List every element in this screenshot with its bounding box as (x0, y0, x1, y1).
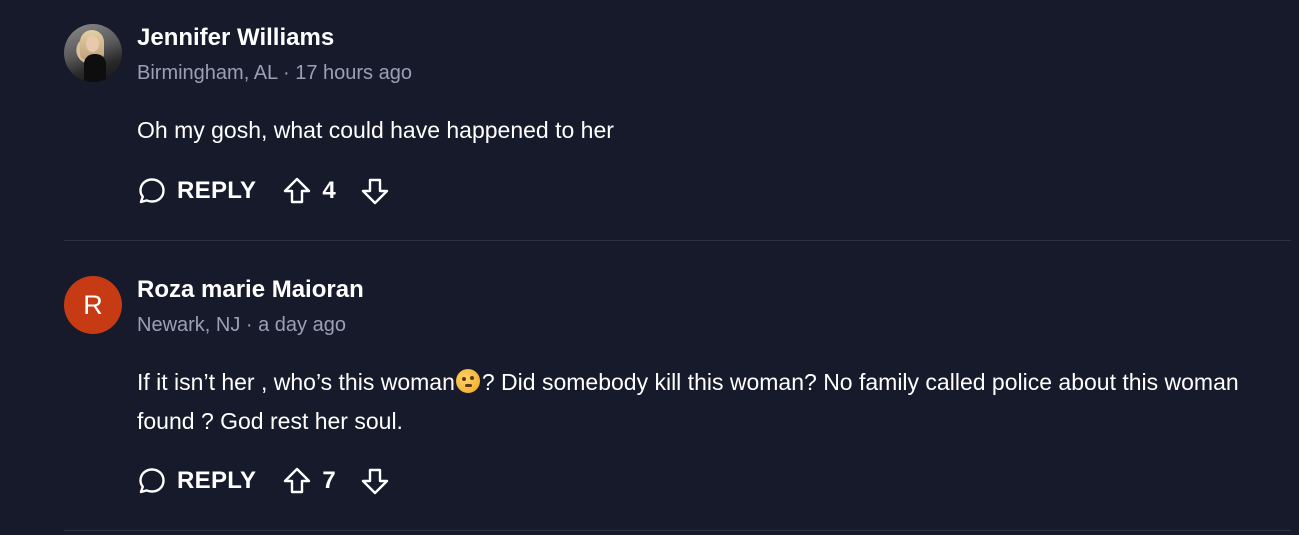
avatar-letter: R (83, 289, 103, 320)
reply-label: REPLY (177, 177, 257, 204)
arrow-down-icon (361, 178, 388, 205)
comment-author[interactable]: Jennifer Williams (137, 24, 334, 52)
reply-button[interactable]: REPLY (137, 176, 256, 206)
arrow-down-icon (361, 468, 388, 495)
upvote-count: 4 (322, 177, 336, 204)
comment-text: Oh my gosh, what could have happened to … (137, 117, 614, 143)
comment-text-before-emoji: If it isn’t her , who’s this woman (137, 369, 455, 395)
arrow-up-icon (284, 177, 311, 204)
avatar-face (86, 36, 99, 52)
downvote-button[interactable] (360, 466, 390, 496)
speech-bubble-icon (139, 468, 165, 494)
arrow-up-icon (284, 467, 311, 494)
comment-text: If it isn’t her , who’s this woman? Did … (137, 363, 1247, 441)
reply-label: REPLY (177, 467, 257, 494)
comment-divider (64, 240, 1291, 241)
comment-actions: REPLY 4 (137, 174, 390, 208)
comment-item: Jennifer Williams Birmingham, AL · 17 ho… (64, 24, 1291, 214)
upvote-button[interactable]: 7 (282, 466, 336, 496)
comment-item: R Roza marie Maioran Newark, NJ · a day … (64, 276, 1291, 506)
comment-meta: Newark, NJ · a day ago (137, 314, 346, 336)
avatar-body (84, 54, 106, 82)
comment-author[interactable]: Roza marie Maioran (137, 276, 364, 304)
avatar[interactable] (64, 24, 122, 82)
reply-button[interactable]: REPLY (137, 466, 256, 496)
thinking-face-emoji (455, 369, 480, 393)
upvote-button[interactable]: 4 (282, 176, 336, 206)
comment-divider (64, 530, 1291, 531)
comment-meta: Birmingham, AL · 17 hours ago (137, 62, 412, 84)
avatar[interactable]: R (64, 276, 122, 334)
upvote-count: 7 (322, 467, 336, 494)
speech-bubble-icon (139, 178, 165, 204)
comment-actions: REPLY 7 (137, 464, 390, 498)
downvote-button[interactable] (360, 176, 390, 206)
